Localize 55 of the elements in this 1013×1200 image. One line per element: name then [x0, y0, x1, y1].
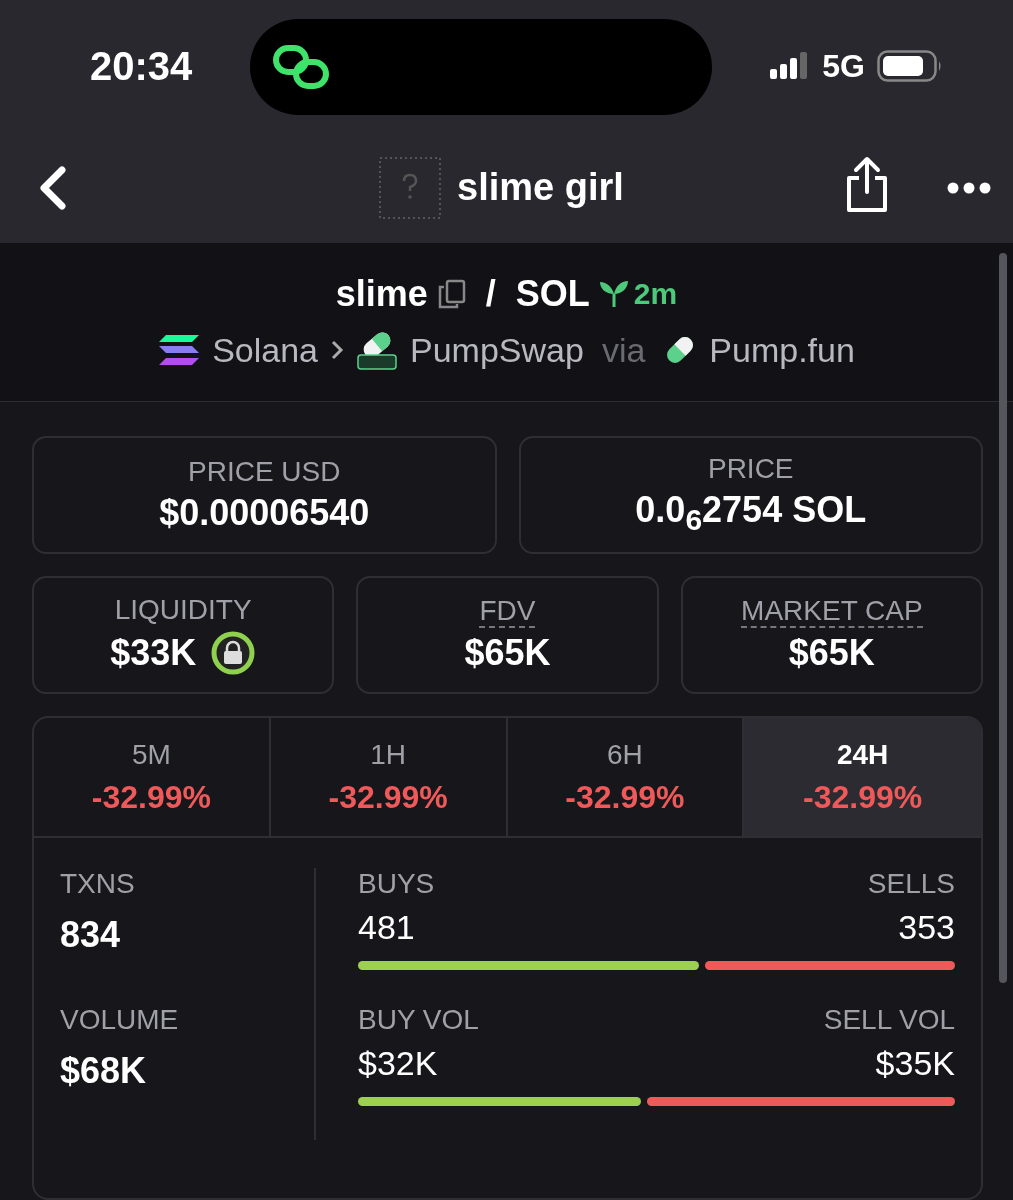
stat-value: 481: [358, 908, 415, 947]
stat-value: 834: [60, 914, 122, 956]
timeframe-label: 24H: [836, 738, 889, 771]
placeholder-image-icon: [379, 156, 442, 219]
network-label: 5G: [822, 47, 865, 85]
card-label: PRICE USD: [188, 456, 341, 488]
battery-icon: [877, 50, 943, 83]
pair-age: 2m: [633, 277, 678, 311]
card-value: $33K: [110, 632, 197, 674]
stat-value: $68K: [60, 1050, 148, 1092]
back-icon[interactable]: [38, 165, 68, 210]
card-value: 0.0$_{6}$2754 SOL: [635, 488, 867, 538]
quote-symbol: SOL: [515, 273, 590, 315]
copy-icon[interactable]: [437, 279, 466, 309]
stat-label: SELL VOL: [823, 1004, 955, 1036]
share-icon[interactable]: [845, 155, 889, 214]
pair-separator: /: [485, 273, 496, 315]
solana-logo-icon: [158, 334, 201, 366]
price-change: -32.99%: [803, 778, 923, 816]
price-change: -32.99%: [328, 778, 448, 816]
page-title: slime girl: [457, 166, 624, 210]
stat-label: TXNS: [60, 868, 136, 900]
price-change: -32.99%: [565, 778, 685, 816]
stat-label: BUYS: [358, 868, 435, 900]
price-change: -32.99%: [91, 778, 211, 816]
card-label: PRICE: [707, 452, 794, 485]
timeframe-tab[interactable]: 1H -32.99%: [270, 718, 508, 836]
stat-label: SELLS: [867, 868, 955, 900]
stat-value: $35K: [875, 1044, 955, 1083]
token-symbol: slime: [335, 273, 428, 315]
chevron-right-icon: [330, 339, 344, 361]
card-label: MARKET CAP: [741, 596, 923, 628]
stat-label: BUY VOL: [358, 1004, 479, 1036]
timeframe-label: 5M: [131, 738, 171, 771]
card-value: $65K: [464, 631, 551, 674]
card-value: $65K: [788, 631, 875, 674]
card-label: LIQUIDITY: [114, 594, 252, 626]
stat-label: VOLUME: [60, 1004, 180, 1036]
chain-name: Solana: [212, 330, 318, 370]
via-label: via: [601, 330, 646, 370]
status-time: 20:34: [90, 43, 193, 89]
sprout-icon: [599, 281, 628, 307]
stat-value: 353: [898, 908, 955, 947]
card-value: $0.00006540: [159, 492, 370, 534]
card-label: FDV: [479, 596, 536, 628]
scrollbar[interactable]: [999, 253, 1007, 983]
more-icon[interactable]: [947, 181, 991, 194]
launchpad-name: Pump.fun: [709, 330, 855, 370]
pill-swap-icon: [356, 329, 398, 371]
dex-name: PumpSwap: [410, 330, 584, 370]
timeframe-label: 1H: [370, 738, 406, 771]
timeframe-tab[interactable]: 5M -32.99%: [34, 718, 271, 836]
timeframe-tab[interactable]: 24H -32.99%: [744, 718, 981, 836]
timeframe-label: 6H: [606, 738, 643, 771]
stat-value: $32K: [358, 1044, 438, 1083]
